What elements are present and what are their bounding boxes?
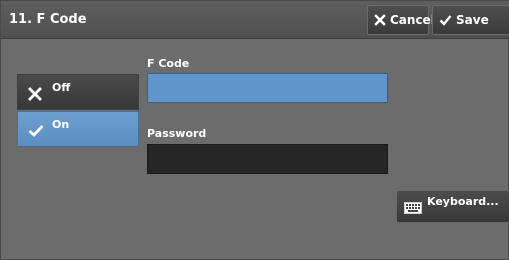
save-button[interactable]: Save [432,5,509,35]
f-code-label: F Code [147,57,190,70]
page-title: 11. F Code [9,12,87,27]
title-bar: 11. F Code Cancel Save [1,1,509,39]
keyboard-icon [404,202,422,214]
keyboard-button-label: Keyboard... [427,195,499,208]
keyboard-button[interactable]: Keyboard... [396,190,509,223]
save-button-label: Save [456,13,489,27]
close-icon [28,87,42,101]
option-on-button[interactable]: On [17,111,139,147]
option-on-label: On [52,118,70,131]
cancel-button-label: Cancel [390,13,435,27]
close-icon [374,14,386,26]
password-label: Password [147,127,207,140]
f-code-screen: 11. F Code Cancel Save Off On F Code Pas… [0,0,509,260]
password-field[interactable] [147,144,388,174]
checkmark-icon [28,124,44,137]
option-off-button[interactable]: Off [17,74,139,110]
option-off-label: Off [52,81,71,94]
f-code-field[interactable] [147,73,388,103]
cancel-button[interactable]: Cancel [367,5,435,35]
checkmark-icon [439,14,452,26]
